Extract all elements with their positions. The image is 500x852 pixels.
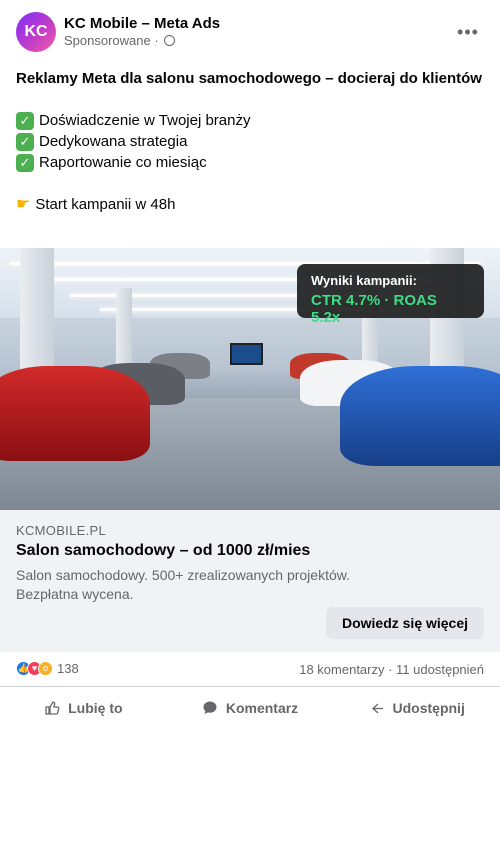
bullet-item: ✓ Dedykowana strategia (16, 131, 484, 152)
bullet-item: ✓ Doświadczenie w Twojej branży (16, 110, 484, 131)
reactions-summary[interactable]: 👍 ♥ o 138 (16, 661, 79, 676)
sponsored-label: Sponsorowane · (64, 33, 159, 48)
link-domain: KCMOBILE.PL (16, 523, 106, 538)
cta-line: ☛ Start kampanii w 48h (16, 194, 484, 215)
globe-icon (163, 35, 175, 46)
like-button[interactable]: Lubię to (0, 687, 167, 729)
comment-icon (203, 701, 217, 714)
red-car (0, 366, 150, 461)
share-label: Udostępnij (392, 700, 465, 716)
like-label: Lubię to (68, 700, 123, 716)
showroom-screen (230, 343, 263, 365)
thumbs-up-icon (45, 701, 60, 715)
comment-share-counts[interactable]: 18 komentarzy · 11 udostępnień (299, 662, 484, 677)
link-description: Salon samochodowy. 500+ zrealizowanych p… (16, 567, 350, 602)
post-title: Reklamy Meta dla salonu samochodowego – … (16, 70, 482, 87)
bullet-text: Dedykowana strategia (39, 133, 188, 150)
page-name[interactable]: KC Mobile – Meta Ads (64, 15, 220, 32)
check-icon: ✓ (16, 153, 34, 172)
comment-label: Komentarz (225, 700, 299, 716)
check-icon: ✓ (16, 111, 34, 130)
check-icon: ✓ (16, 132, 34, 151)
wow-reaction-icon: o (38, 661, 53, 676)
link-headline: Salon samochodowy – od 1000 zł/mies (16, 542, 311, 559)
more-options-button[interactable]: ••• (456, 22, 480, 42)
results-value: CTR 4.7% · ROAS 5.2x (311, 292, 437, 326)
share-button[interactable]: Udostępnij (333, 687, 500, 729)
share-icon (371, 703, 383, 714)
post-actions: Lubię to Komentarz Udostępnij (0, 687, 500, 729)
comment-button[interactable]: Komentarz (167, 687, 334, 729)
cta-text: Start kampanii w 48h (35, 196, 176, 213)
blue-car (340, 366, 500, 466)
pointing-hand-icon: ☛ (16, 196, 31, 213)
post-header: KC KC Mobile – Meta Ads Sponsorowane · •… (0, 0, 500, 64)
engagement-stats: 👍 ♥ o 138 18 komentarzy · 11 udostępnień (0, 652, 500, 687)
results-label: Wyniki kampanii: (311, 273, 417, 288)
sponsored-row: Sponsorowane · (64, 33, 175, 48)
bullet-item: ✓ Raportowanie co miesiąc (16, 152, 484, 173)
post-text: Reklamy Meta dla salonu samochodowego – … (16, 68, 484, 215)
bullet-text: Raportowanie co miesiąc (39, 154, 207, 171)
learn-more-button[interactable]: Dowiedz się więcej (326, 607, 484, 639)
reaction-count: 138 (57, 661, 79, 676)
campaign-results-overlay: Wyniki kampanii: CTR 4.7% · ROAS 5.2x (297, 264, 484, 326)
bullet-text: Doświadczenie w Twojej branży (39, 112, 251, 129)
avatar[interactable]: KC (16, 12, 56, 52)
link-preview-card[interactable]: KCMOBILE.PL Salon samochodowy – od 1000 … (0, 510, 500, 652)
